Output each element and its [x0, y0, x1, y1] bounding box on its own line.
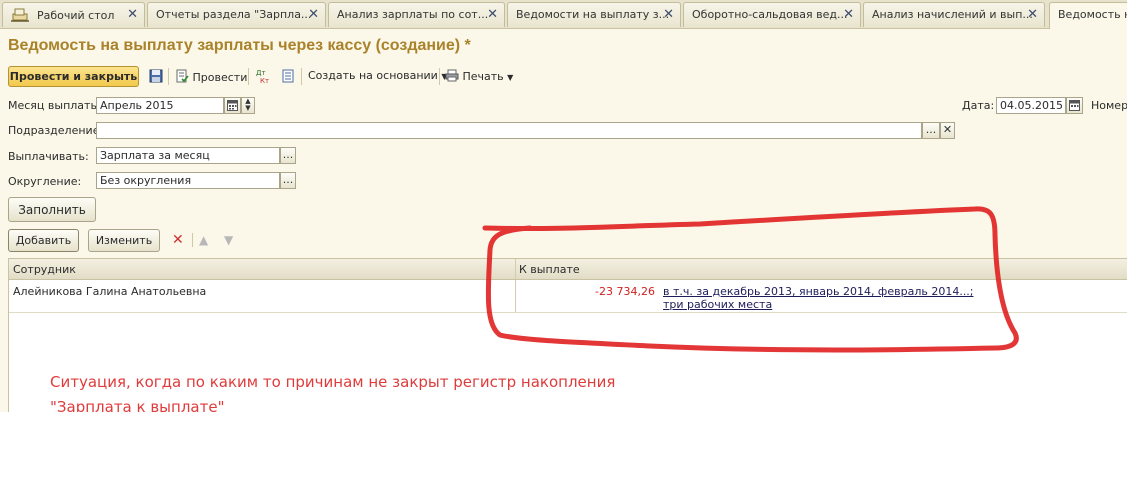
create-based-on-label: Создать на основании [308, 69, 438, 82]
close-icon[interactable]: ✕ [843, 7, 854, 22]
printer-icon [445, 69, 459, 82]
close-icon[interactable]: ✕ [1027, 7, 1038, 22]
date-label: Дата: [962, 99, 995, 112]
page-title: Ведомость на выплату зарплаты через касс… [8, 37, 471, 54]
department-field[interactable] [96, 122, 922, 139]
fill-button[interactable]: Заполнить [8, 197, 96, 222]
save-icon[interactable] [149, 69, 163, 83]
department-label: Подразделение: [8, 124, 104, 137]
spin-down-icon: ▼ [245, 104, 251, 112]
tab-statements[interactable]: Ведомости на выплату з... ✕ [507, 2, 681, 27]
tab-accruals[interactable]: Анализ начислений и вып... ✕ [863, 2, 1045, 27]
toolbar-separator [248, 68, 249, 85]
tab-label: Оборотно-сальдовая вед... [692, 8, 848, 21]
rounding-select-button[interactable]: ... [280, 172, 296, 189]
table-row[interactable]: Алейникова Галина Анатольевна -23 734,26… [9, 280, 1127, 313]
post-and-close-button[interactable]: Провести и закрыть [8, 66, 139, 87]
table-header: Сотрудник К выплате [9, 259, 1127, 280]
column-divider [515, 259, 516, 279]
amount-cell: -23 734,26 [595, 285, 655, 298]
pay-type-field[interactable]: Зарплата за месяц [96, 147, 280, 164]
report-icon[interactable] [281, 69, 295, 83]
calendar-icon [227, 100, 238, 111]
column-divider [515, 280, 516, 312]
toolbar-separator [192, 233, 193, 247]
tab-salary-analysis[interactable]: Анализ зарплаты по сот... ✕ [328, 2, 505, 27]
pay-type-select-button[interactable]: ... [280, 147, 296, 164]
department-select-button[interactable]: ... [922, 122, 940, 139]
tab-label: Ведомость на в [1058, 8, 1127, 21]
close-icon[interactable]: ✕ [663, 7, 674, 22]
amount-detail-link-line2[interactable]: три рабочих места [663, 298, 772, 311]
delete-icon[interactable]: ✕ [172, 232, 184, 248]
toolbar-separator [439, 68, 440, 85]
amount-detail-link[interactable]: в т.ч. за декабрь 2013, январь 2014, фев… [663, 285, 974, 298]
number-label: Номер: [1091, 99, 1127, 112]
calendar-icon [1069, 100, 1080, 111]
move-up-icon[interactable]: ▲ [199, 233, 208, 247]
tab-bar: Рабочий стол ✕ Отчеты раздела "Зарпла...… [0, 0, 1127, 29]
desktop-icon [11, 8, 29, 22]
post-label: Провести [192, 71, 248, 84]
post-button[interactable]: Провести [175, 69, 247, 84]
date-calendar-button[interactable] [1066, 97, 1083, 114]
payment-month-label: Месяц выплаты: [8, 99, 103, 112]
add-button[interactable]: Добавить [8, 229, 79, 252]
tab-current-statement[interactable]: Ведомость на в [1049, 2, 1127, 29]
move-down-icon[interactable]: ▼ [224, 233, 233, 247]
tab-label: Ведомости на выплату з... [516, 8, 670, 21]
payment-month-field[interactable]: Апрель 2015 [96, 97, 224, 114]
post-document-icon [176, 69, 189, 83]
calendar-button[interactable] [224, 97, 241, 114]
close-icon[interactable]: ✕ [308, 7, 319, 22]
svg-text:Кт: Кт [260, 77, 269, 84]
rounding-field[interactable]: Без округления [96, 172, 280, 189]
tab-reports[interactable]: Отчеты раздела "Зарпла... ✕ [147, 2, 326, 27]
annotation-line-2: "Зарплата к выплате" [50, 398, 225, 412]
svg-text:Дт: Дт [256, 69, 266, 77]
edit-button[interactable]: Изменить [88, 229, 160, 252]
annotation-line-1: Ситуация, когда по каким то причинам не … [50, 373, 616, 391]
annotation-note: Ситуация, когда по каким то причинам не … [50, 370, 615, 412]
employee-name-cell: Алейникова Галина Анатольевна [13, 285, 207, 298]
department-clear-button[interactable]: ✕ [940, 122, 955, 139]
tab-turnover[interactable]: Оборотно-сальдовая вед... ✕ [683, 2, 861, 27]
tab-label: Отчеты раздела "Зарпла... [156, 8, 312, 21]
tab-label: Анализ зарплаты по сот... [337, 8, 489, 21]
close-icon[interactable]: ✕ [487, 7, 498, 22]
dropdown-arrow-icon: ▼ [507, 73, 514, 82]
close-icon[interactable]: ✕ [127, 7, 138, 22]
document-window: Рабочий стол ✕ Отчеты раздела "Зарпла...… [0, 0, 1127, 412]
tab-desktop[interactable]: Рабочий стол ✕ [2, 2, 145, 27]
print-label: Печать [462, 70, 504, 83]
toolbar-separator [168, 68, 169, 85]
column-header-amount[interactable]: К выплате [519, 263, 580, 276]
debit-credit-icon[interactable]: Дт Кт [255, 68, 271, 84]
tab-label: Рабочий стол [37, 9, 115, 22]
month-spin-button[interactable]: ▲ ▼ [241, 97, 255, 114]
date-field[interactable]: 04.05.2015 [996, 97, 1066, 114]
tab-label: Анализ начислений и вып... [872, 8, 1033, 21]
clear-icon: ✕ [942, 123, 953, 136]
toolbar-separator [301, 68, 302, 85]
print-menu[interactable]: Печать ▼ [445, 69, 513, 83]
create-based-on-menu[interactable]: Создать на основании ▼ [308, 69, 448, 82]
pay-type-label: Выплачивать: [8, 150, 89, 163]
column-header-employee[interactable]: Сотрудник [13, 263, 76, 276]
rounding-label: Округление: [8, 175, 82, 188]
